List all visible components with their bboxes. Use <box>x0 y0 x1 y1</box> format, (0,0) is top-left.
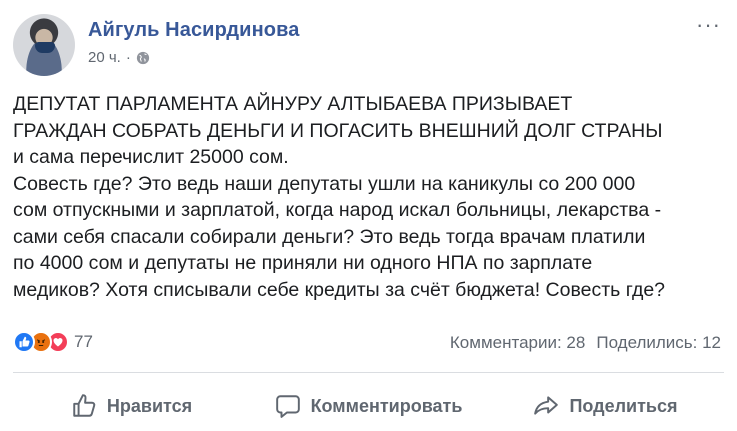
like-button-label: Нравится <box>106 395 193 416</box>
avatar[interactable] <box>13 14 75 76</box>
like-button[interactable]: Нравится <box>13 384 250 428</box>
share-button-label: Поделиться <box>569 395 678 416</box>
comment-button-label: Комментировать <box>310 395 463 416</box>
post-meta: 20 ч. · <box>88 49 150 66</box>
post-text: ДЕПУТАТ ПАРЛАМЕНТА АЙНУРУ АЛТЫБАЕВА ПРИЗ… <box>13 93 666 301</box>
like-reaction-icon <box>13 331 35 353</box>
share-icon <box>534 396 559 415</box>
shares-count-link[interactable]: Поделились: 12 <box>596 333 721 353</box>
comment-button[interactable]: Комментировать <box>250 384 487 428</box>
more-options-icon[interactable]: ··· <box>696 14 721 36</box>
reaction-count: 77 <box>74 332 93 351</box>
facebook-post: Айгуль Насирдинова 20 ч. · ··· ДЕПУТАТ П… <box>0 0 737 431</box>
share-button[interactable]: Поделиться <box>487 384 724 428</box>
meta-separator: · <box>125 49 131 66</box>
post-time[interactable]: 20 ч. <box>88 49 121 66</box>
action-bar: Нравится Комментировать Поделиться <box>13 384 724 428</box>
post-stats: Комментарии: 28 Поделились: 12 <box>450 333 721 353</box>
globe-icon <box>136 51 149 64</box>
comments-count-link[interactable]: Комментарии: 28 <box>450 333 585 353</box>
author-name[interactable]: Айгуль Насирдинова <box>88 19 299 42</box>
thumbs-up-icon <box>73 394 96 417</box>
reactions-summary[interactable]: 77 <box>13 331 93 353</box>
divider <box>13 372 724 373</box>
comment-icon <box>275 395 300 418</box>
